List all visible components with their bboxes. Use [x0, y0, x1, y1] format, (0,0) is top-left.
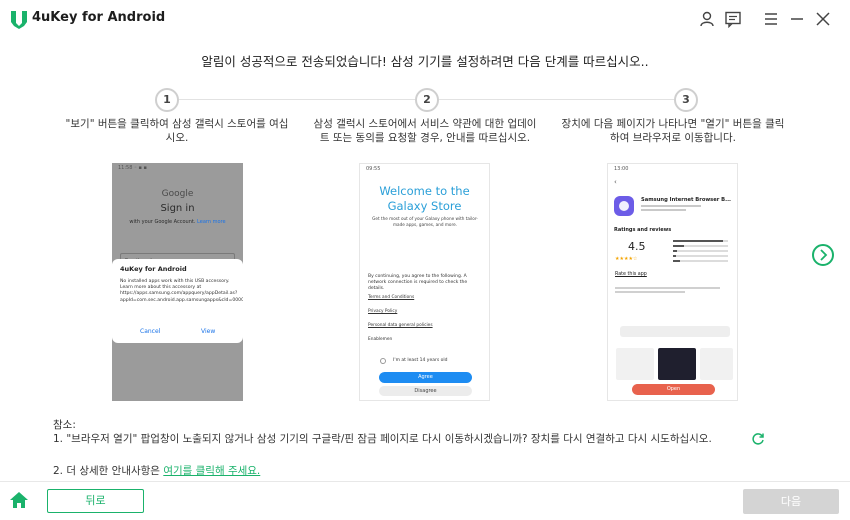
minimize-icon[interactable] — [788, 10, 806, 28]
app-title: 4uKey for Android — [32, 10, 166, 25]
step-3-screenshot: 13:00 ‹ Samsung Internet Browser B... Ra… — [607, 163, 738, 401]
open-button: Open — [632, 384, 715, 395]
note-1: 1. "브라우저 열기" 팝업창이 노출되지 않거나 삼성 기기의 구글락/핀 … — [53, 433, 712, 445]
app-meta — [641, 205, 721, 215]
step-1-text: "보기" 버튼을 클릭하여 삼성 갤럭시 스토어를 여십시오. — [65, 118, 289, 144]
personal-data-link: Personal data general policies — [368, 323, 433, 328]
note-2: 2. 더 상세한 안내사항은 여기를 클릭해 주세요. — [53, 463, 260, 478]
google-signin-panel: Google Sign in with your Google Account.… — [120, 179, 235, 268]
menu-icon[interactable] — [762, 10, 780, 28]
next-slide-arrow-icon[interactable] — [812, 244, 834, 266]
usb-accessory-dialog: 4uKey for Android No installed apps work… — [112, 259, 243, 343]
app-screenshot-1 — [616, 348, 654, 380]
age-radio — [380, 358, 386, 364]
rate-app-link: Rate this app — [615, 272, 647, 277]
terms-link: Terms and Conditions — [368, 295, 415, 300]
ratings-label: Ratings and reviews — [614, 227, 672, 233]
dialog-title: 4uKey for Android — [120, 265, 187, 273]
user-icon[interactable] — [698, 10, 716, 28]
app-name: Samsung Internet Browser B... — [641, 197, 732, 203]
signin-subtitle-text: with your Google Account. — [129, 219, 196, 225]
refresh-icon[interactable] — [751, 432, 765, 446]
agree-text: By continuing, you agree to the followin… — [368, 274, 468, 291]
agree-button: Agree — [379, 372, 472, 383]
feedback-icon[interactable] — [724, 10, 742, 28]
samsung-internet-app-icon — [614, 196, 634, 216]
dialog-view: View — [201, 328, 216, 335]
dialog-body: No installed apps work with this USB acc… — [120, 279, 243, 303]
rating-bars — [673, 240, 728, 265]
app-screenshot-3 — [700, 348, 733, 380]
help-link[interactable]: 여기를 클릭해 주세요. — [163, 465, 260, 477]
google-logo: Google — [161, 189, 194, 199]
step-2-number: 2 — [415, 88, 439, 112]
step-3-text: 장치에 다음 페이지가 나타나면 "열기" 버튼을 클릭하여 브라우저로 이동합… — [561, 118, 785, 144]
app-logo-icon — [11, 11, 27, 29]
step-2-text: 삼성 갤럭시 스토어에서 서비스 약관에 대한 업데이트 또는 동의를 요청할 … — [313, 118, 537, 144]
step-2-screenshot: 09:55 Welcome to the Galaxy Store Get th… — [359, 163, 490, 401]
age-label: I'm at least 14 years old — [393, 358, 448, 363]
disagree-button: Disagree — [379, 386, 472, 396]
rating-score: 4.5 — [628, 240, 646, 253]
dialog-cancel: Cancel — [140, 328, 161, 335]
close-icon[interactable] — [814, 10, 832, 28]
rating-stars: ★★★★☆ — [615, 256, 638, 262]
signin-title: Sign in — [160, 203, 195, 214]
next-button[interactable]: 다음 — [743, 489, 839, 514]
step-1-number: 1 — [155, 88, 179, 112]
footer-divider — [0, 481, 850, 482]
home-icon[interactable] — [8, 490, 30, 510]
app-screenshot-2 — [658, 348, 696, 380]
step-3-number: 3 — [674, 88, 698, 112]
learn-more-link: Learn more — [197, 219, 226, 225]
enablement-text: Enablemen — [368, 337, 393, 342]
notes-heading: 참소: — [53, 419, 76, 431]
welcome-title: Welcome to the Galaxy Store — [379, 184, 470, 213]
phone-status-bar: 11:58 ◦ ▪ ▪ — [118, 165, 147, 171]
app-info-row — [615, 287, 725, 295]
privacy-link: Privacy Policy — [368, 309, 398, 314]
phone-status-bar: 13:00 — [614, 166, 629, 172]
phone-status-bar: 09:55 — [366, 166, 381, 172]
title-bar: 4uKey for Android — [0, 0, 850, 38]
signin-subtitle: with your Google Account. Learn more — [120, 219, 235, 225]
note-2-text: 2. 더 상세한 안내사항은 — [53, 465, 164, 477]
back-arrow-icon: ‹ — [614, 178, 617, 186]
app-notice-bar — [620, 326, 730, 337]
instruction-heading: 알림이 성공적으로 전송되었습니다! 삼성 기기를 설정하려면 다음 단계를 따… — [201, 54, 649, 69]
welcome-subtitle: Get the most out of your Galaxy phone wi… — [372, 216, 478, 227]
back-button[interactable]: 뒤로 — [47, 489, 144, 513]
step-1-screenshot: 11:58 ◦ ▪ ▪ Google Sign in with your Goo… — [112, 163, 243, 401]
